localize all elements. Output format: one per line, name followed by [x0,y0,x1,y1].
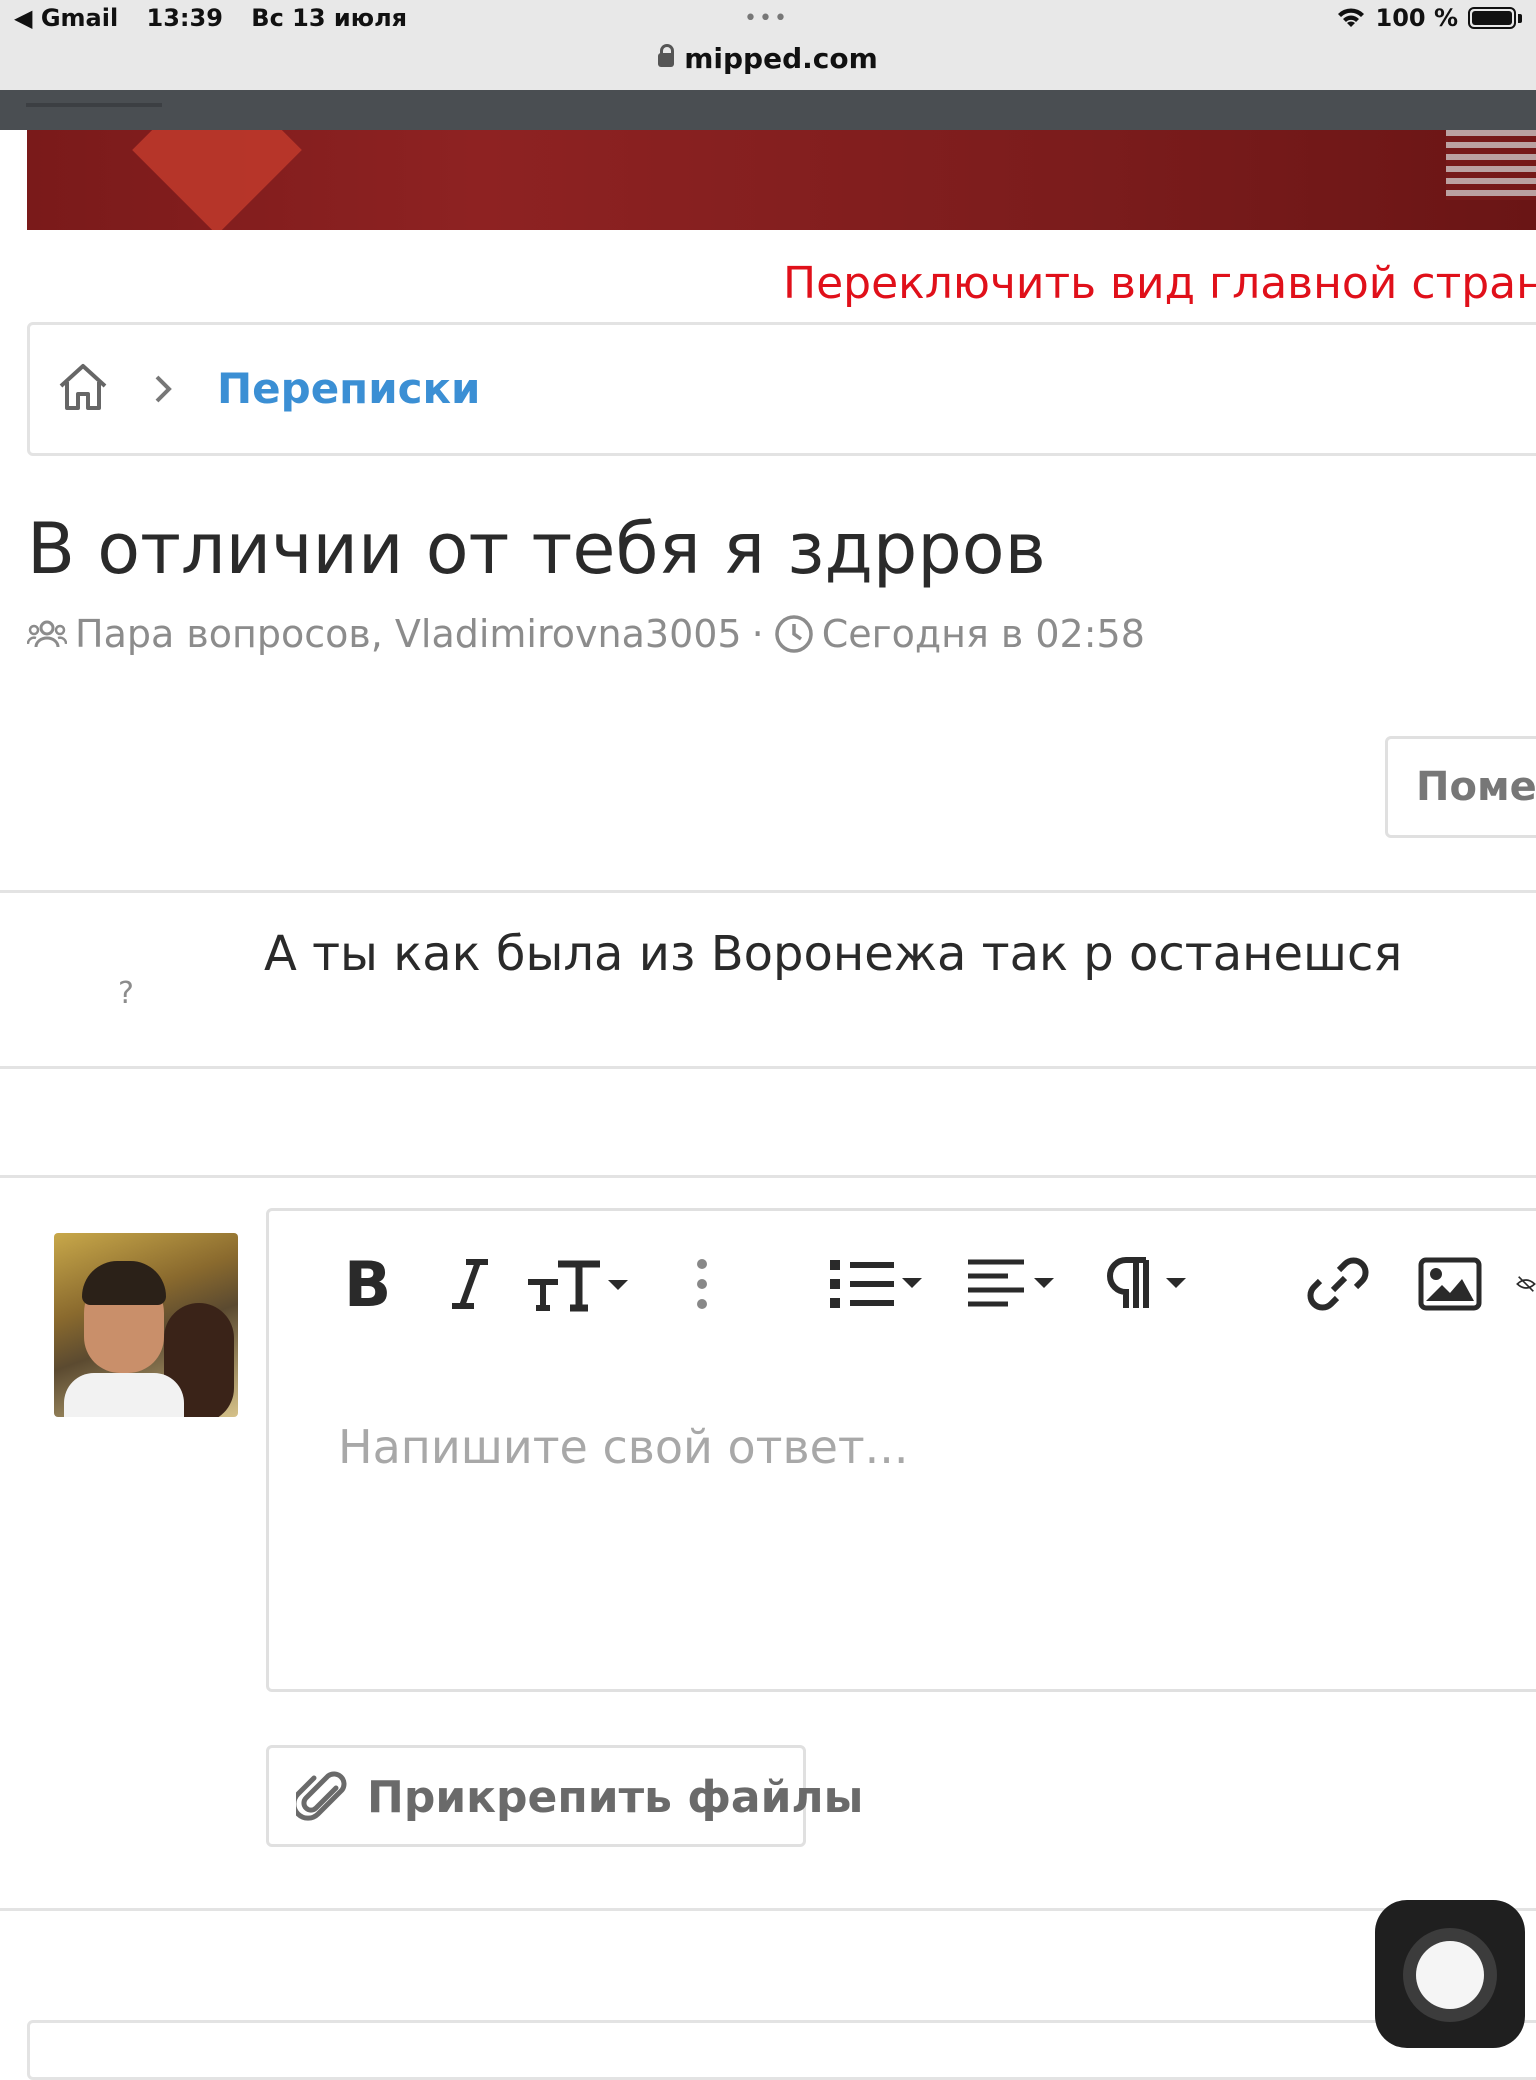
switch-home-view-link[interactable]: Переключить вид главной стран [783,258,1536,309]
users-icon [27,620,67,648]
paperclip-icon [296,1771,347,1821]
divider [0,1175,1536,1178]
divider [0,1908,1536,1911]
status-date: Вс 13 июля [251,4,408,32]
conversation-time[interactable]: Сегодня в 02:58 [822,612,1145,656]
svg-text:B: B [344,1254,390,1314]
assistive-touch-icon [1416,1941,1484,2009]
bottom-card [27,2020,1536,2080]
user-avatar[interactable] [54,1233,238,1417]
chevron-right-icon [155,375,172,403]
wifi-icon [1337,8,1364,27]
site-banner[interactable] [27,130,1536,230]
conversation-meta: Пара вопросов, Vladimirovna3005 · Сегодн… [27,612,1145,656]
hide-icon[interactable] [1496,1248,1536,1320]
address-bar[interactable]: mipped.com [0,42,1536,75]
battery-percent: 100 % [1375,4,1459,32]
italic-icon[interactable] [440,1248,500,1320]
banner-graphic [1446,130,1536,200]
back-to-gmail-link[interactable]: ◀ Gmail [14,4,118,32]
status-time: 13:39 [146,4,223,32]
battery-nub [1518,13,1522,23]
sender-avatar-placeholder[interactable]: ? [118,976,134,1011]
site-header-bar [0,90,1536,130]
status-right: 100 % [1336,4,1522,32]
image-icon[interactable] [1410,1248,1490,1320]
breadcrumb-conversations-link[interactable]: Переписки [217,364,480,413]
page-title: В отличии от тебя я здрров [27,508,1046,590]
clock-icon [774,615,813,653]
header-divider [26,103,162,107]
bold-icon[interactable]: B [332,1248,400,1320]
home-icon[interactable] [56,362,110,412]
link-icon[interactable] [1300,1248,1376,1320]
mark-button-label: Помет [1416,764,1536,810]
more-options-icon[interactable] [680,1248,724,1320]
lock-icon [658,44,675,67]
attach-files-label: Прикрепить файлы [367,1772,864,1823]
reply-placeholder: Напишите свой ответ... [338,1420,909,1474]
paragraph-icon[interactable] [1098,1248,1198,1320]
divider [0,1066,1536,1069]
text-size-icon[interactable] [522,1248,636,1320]
banner-heart-graphic [132,130,302,230]
meta-separator: · [751,612,764,656]
status-left: ◀ Gmail 13:39 Вс 13 июля [14,4,427,32]
url-text: mipped.com [684,42,878,75]
list-icon[interactable] [826,1248,934,1320]
message-text: А ты как была из Воронежа так р останешс… [264,926,1403,982]
participants[interactable]: Пара вопросов, Vladimirovna3005 [75,612,742,656]
divider [0,890,1536,893]
multitasking-dots-icon[interactable]: ••• [744,6,789,31]
battery-icon [1468,7,1516,29]
align-icon[interactable] [962,1248,1066,1320]
